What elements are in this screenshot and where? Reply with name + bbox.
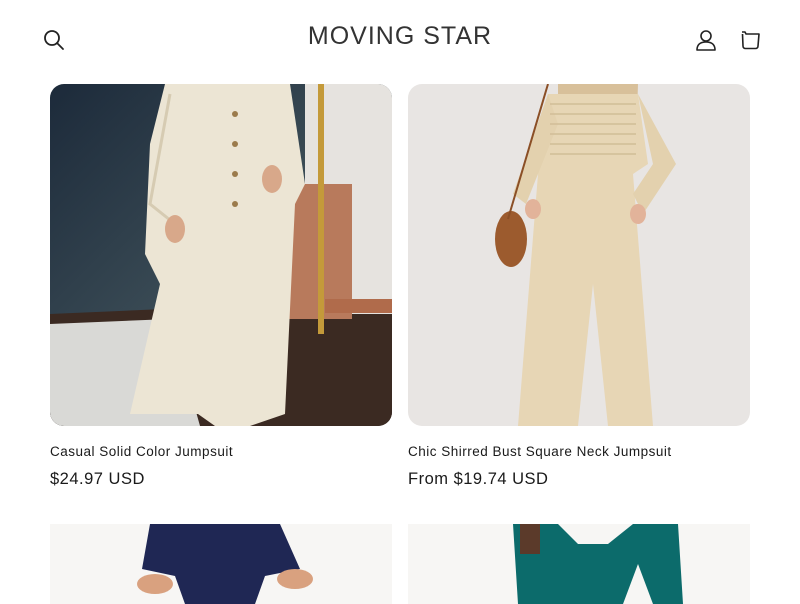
- product-title[interactable]: Casual Solid Color Jumpsuit: [50, 444, 233, 459]
- user-icon[interactable]: [690, 24, 722, 56]
- product-image[interactable]: [408, 84, 750, 426]
- product-price: From $19.74 USD: [408, 470, 549, 488]
- product-price: $24.97 USD: [50, 470, 145, 488]
- product-image[interactable]: [408, 524, 750, 604]
- product-title[interactable]: Chic Shirred Bust Square Neck Jumpsuit: [408, 444, 672, 459]
- site-header: MOVING STAR: [0, 0, 800, 80]
- product-card[interactable]: Chic Shirred Bust Square Neck Jumpsuit F…: [408, 84, 750, 488]
- product-card[interactable]: Casual Solid Color Jumpsuit $24.97 USD: [50, 84, 392, 488]
- product-image[interactable]: [50, 84, 392, 426]
- product-card[interactable]: [408, 524, 750, 604]
- cart-icon[interactable]: [734, 24, 766, 56]
- product-image[interactable]: [50, 524, 392, 604]
- product-card[interactable]: [50, 524, 392, 604]
- store-logo[interactable]: MOVING STAR: [0, 22, 800, 51]
